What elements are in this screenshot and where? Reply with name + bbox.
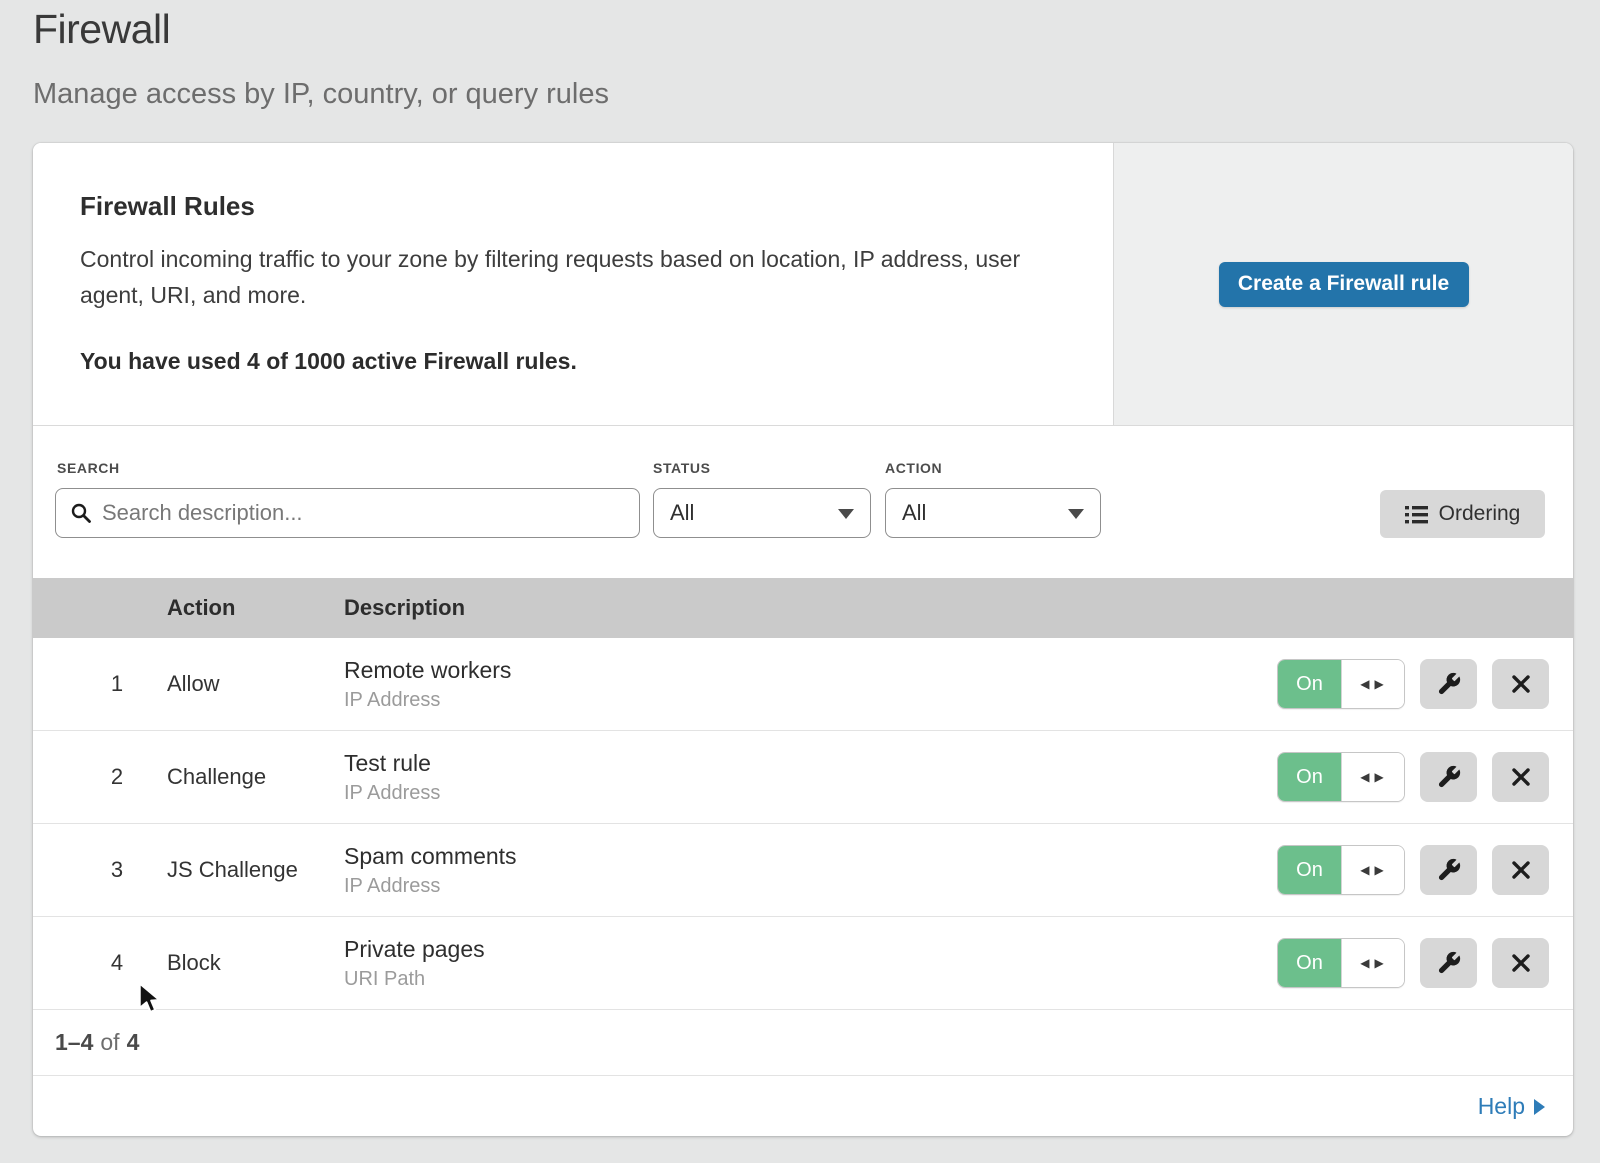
action-selected-value: All bbox=[902, 500, 926, 526]
rule-priority: 2 bbox=[95, 731, 139, 823]
rules-summary-text-pane: Firewall Rules Control incoming traffic … bbox=[33, 143, 1113, 425]
toggle-on-label: On bbox=[1278, 846, 1341, 894]
status-select[interactable]: All bbox=[653, 488, 871, 538]
toggle-on-label: On bbox=[1278, 660, 1341, 708]
page-subtitle: Manage access by IP, country, or query r… bbox=[33, 78, 609, 111]
rule-enabled-toggle[interactable]: On ◀ ▶ bbox=[1277, 659, 1405, 709]
left-right-arrows-icon: ◀ ▶ bbox=[1341, 846, 1404, 894]
rule-priority: 3 bbox=[95, 824, 139, 916]
table-row: 2 Challenge Test rule IP Address On ◀ ▶ bbox=[33, 731, 1573, 824]
search-input[interactable] bbox=[102, 500, 625, 526]
delete-rule-button[interactable] bbox=[1492, 659, 1549, 709]
rule-controls: On ◀ ▶ bbox=[1277, 731, 1549, 823]
rule-action: Block bbox=[167, 917, 221, 1009]
status-selected-value: All bbox=[670, 500, 694, 526]
rule-description: Test rule IP Address bbox=[344, 731, 440, 823]
ordering-button[interactable]: Ordering bbox=[1380, 490, 1545, 538]
wrench-icon bbox=[1436, 950, 1462, 976]
delete-rule-button[interactable] bbox=[1492, 845, 1549, 895]
table-row: 3 JS Challenge Spam comments IP Address … bbox=[33, 824, 1573, 917]
rule-priority: 4 bbox=[95, 917, 139, 1009]
rule-description-title: Private pages bbox=[344, 936, 485, 963]
left-right-arrows-icon: ◀ ▶ bbox=[1341, 660, 1404, 708]
create-rule-pane: Create a Firewall rule bbox=[1113, 143, 1573, 425]
pagination-range: 1–4 bbox=[55, 1029, 93, 1056]
pagination-summary: 1–4 of 4 bbox=[33, 1010, 1573, 1076]
table-header: Action Description bbox=[33, 578, 1573, 638]
action-label: ACTION bbox=[885, 460, 942, 476]
help-link-label: Help bbox=[1478, 1093, 1525, 1120]
rule-controls: On ◀ ▶ bbox=[1277, 638, 1549, 730]
rule-description: Remote workers IP Address bbox=[344, 638, 511, 730]
delete-rule-button[interactable] bbox=[1492, 938, 1549, 988]
table-row: 4 Block Private pages URI Path On ◀ ▶ bbox=[33, 917, 1573, 1010]
table-row: 1 Allow Remote workers IP Address On ◀ ▶ bbox=[33, 638, 1573, 731]
rules-heading: Firewall Rules bbox=[80, 191, 255, 222]
search-label: SEARCH bbox=[57, 460, 120, 476]
x-icon bbox=[1510, 673, 1532, 695]
caret-down-icon bbox=[1068, 509, 1084, 519]
status-label: STATUS bbox=[653, 460, 711, 476]
edit-rule-button[interactable] bbox=[1420, 845, 1477, 895]
rule-description-title: Spam comments bbox=[344, 843, 517, 870]
wrench-icon bbox=[1436, 671, 1462, 697]
wrench-icon bbox=[1436, 857, 1462, 883]
left-right-arrows-icon: ◀ ▶ bbox=[1341, 753, 1404, 801]
edit-rule-button[interactable] bbox=[1420, 752, 1477, 802]
rule-description-title: Remote workers bbox=[344, 657, 511, 684]
toggle-on-label: On bbox=[1278, 939, 1341, 987]
pagination-of: of bbox=[93, 1029, 126, 1056]
right-triangle-icon bbox=[1534, 1099, 1545, 1115]
list-icon bbox=[1405, 505, 1428, 524]
pagination-total: 4 bbox=[127, 1029, 140, 1056]
x-icon bbox=[1510, 859, 1532, 881]
help-link[interactable]: Help bbox=[1478, 1093, 1545, 1120]
rule-action: Allow bbox=[167, 638, 220, 730]
left-right-arrows-icon: ◀ ▶ bbox=[1341, 939, 1404, 987]
caret-down-icon bbox=[838, 509, 854, 519]
search-box[interactable] bbox=[55, 488, 640, 538]
rules-summary-section: Firewall Rules Control incoming traffic … bbox=[33, 143, 1573, 426]
x-icon bbox=[1510, 952, 1532, 974]
rules-usage-note: You have used 4 of 1000 active Firewall … bbox=[80, 348, 577, 375]
rule-description: Spam comments IP Address bbox=[344, 824, 517, 916]
firewall-rules-card: Firewall Rules Control incoming traffic … bbox=[33, 143, 1573, 1136]
x-icon bbox=[1510, 766, 1532, 788]
ordering-button-label: Ordering bbox=[1439, 502, 1521, 526]
wrench-icon bbox=[1436, 764, 1462, 790]
column-header-description: Description bbox=[344, 595, 465, 621]
rule-enabled-toggle[interactable]: On ◀ ▶ bbox=[1277, 938, 1405, 988]
rule-match-type: URI Path bbox=[344, 968, 485, 991]
rule-description: Private pages URI Path bbox=[344, 917, 485, 1009]
rule-match-type: IP Address bbox=[344, 875, 517, 898]
rule-action: JS Challenge bbox=[167, 824, 298, 916]
rule-description-title: Test rule bbox=[344, 750, 440, 777]
rule-enabled-toggle[interactable]: On ◀ ▶ bbox=[1277, 845, 1405, 895]
rule-controls: On ◀ ▶ bbox=[1277, 824, 1549, 916]
rules-description: Control incoming traffic to your zone by… bbox=[80, 241, 1055, 313]
delete-rule-button[interactable] bbox=[1492, 752, 1549, 802]
rule-enabled-toggle[interactable]: On ◀ ▶ bbox=[1277, 752, 1405, 802]
create-firewall-rule-button[interactable]: Create a Firewall rule bbox=[1219, 262, 1469, 307]
edit-rule-button[interactable] bbox=[1420, 659, 1477, 709]
rule-match-type: IP Address bbox=[344, 782, 440, 805]
rule-priority: 1 bbox=[95, 638, 139, 730]
search-icon bbox=[70, 502, 92, 524]
action-select[interactable]: All bbox=[885, 488, 1101, 538]
filter-bar: SEARCH STATUS All ACTION All bbox=[33, 426, 1573, 578]
rule-match-type: IP Address bbox=[344, 689, 511, 712]
page-title: Firewall bbox=[33, 6, 170, 53]
rule-action: Challenge bbox=[167, 731, 266, 823]
rule-controls: On ◀ ▶ bbox=[1277, 917, 1549, 1009]
help-row: Help bbox=[33, 1076, 1573, 1136]
toggle-on-label: On bbox=[1278, 753, 1341, 801]
edit-rule-button[interactable] bbox=[1420, 938, 1477, 988]
column-header-action: Action bbox=[167, 595, 235, 621]
